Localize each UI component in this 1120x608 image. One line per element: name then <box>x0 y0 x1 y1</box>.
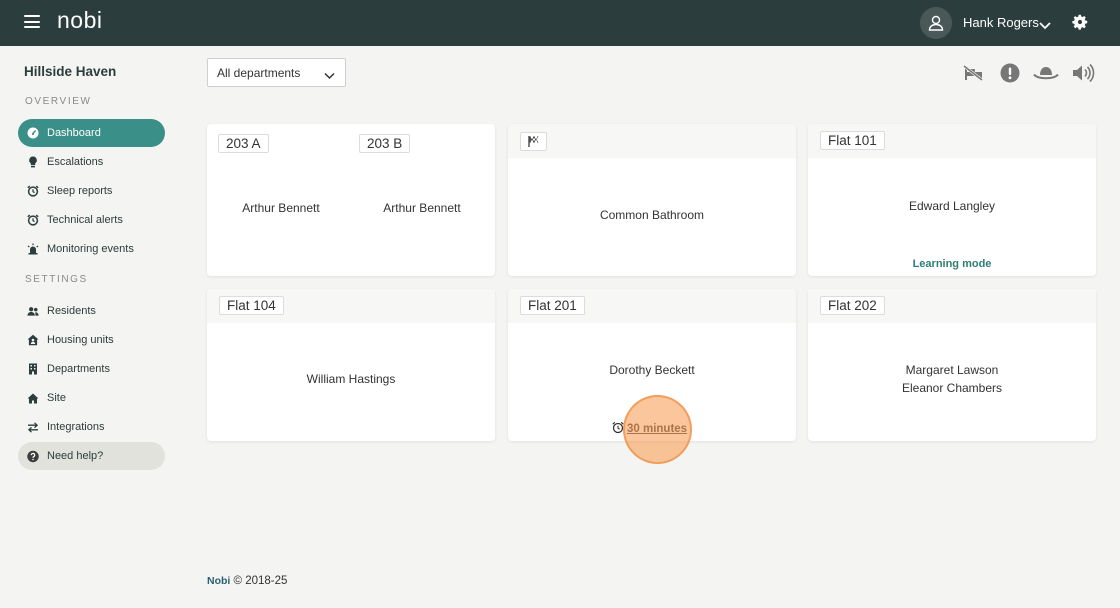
sidebar-item-label: Sleep reports <box>47 185 113 197</box>
sidebar-item-monitoring-events[interactable]: Monitoring events <box>18 235 165 263</box>
timer-link[interactable]: 30 minutes <box>612 421 687 437</box>
sidebar-item-label: Housing units <box>47 334 114 346</box>
user-icon[interactable] <box>920 7 952 39</box>
sidebar-item-dashboard[interactable]: Dashboard <box>18 119 165 147</box>
arrows-icon <box>27 421 39 433</box>
sidebar-item-sleep-reports[interactable]: Sleep reports <box>18 177 165 205</box>
room-card-203[interactable]: 203 A 203 B Arthur Bennett Arthur Bennet… <box>207 124 495 276</box>
room-card-common-bathroom[interactable]: Common Bathroom <box>508 124 796 276</box>
footer-copyright: © 2018-25 <box>233 575 288 587</box>
bed-off-icon[interactable] <box>960 60 986 86</box>
resident-name: Edward Langley <box>908 199 996 213</box>
volume-icon[interactable] <box>1070 60 1096 86</box>
room-card-flat-201[interactable]: Flat 201 Dorothy Beckett 30 minutes <box>508 289 796 441</box>
house-user-icon <box>27 334 39 346</box>
lightbulb-icon <box>27 156 39 168</box>
resident-name: Margaret Lawson <box>905 363 999 377</box>
room-tag-203b: 203 B <box>359 134 411 153</box>
need-help-label: Need help? <box>47 450 104 462</box>
resident-name: Dorothy Beckett <box>609 363 695 377</box>
alarm-clock-icon <box>27 185 39 197</box>
sidebar-item-label: Site <box>47 392 66 404</box>
flag-icon <box>520 132 547 151</box>
sidebar-item-label: Escalations <box>47 156 104 168</box>
room-card-flat-104[interactable]: Flat 104 William Hastings <box>207 289 495 441</box>
room-card-flat-101[interactable]: Flat 101 Edward Langley Learning mode <box>808 124 1096 276</box>
footer: Nobi © 2018-25 <box>207 575 287 587</box>
question-icon <box>27 450 39 462</box>
alert-icon[interactable] <box>997 60 1023 86</box>
learning-mode-status: Learning mode <box>912 258 992 270</box>
top-bar: nobi Hank Rogers <box>0 0 1120 46</box>
room-tag: Flat 104 <box>219 296 284 315</box>
resident-name: Arthur Bennett <box>242 201 320 215</box>
gear-icon[interactable] <box>1071 13 1089 36</box>
sidebar-item-label: Departments <box>47 363 110 375</box>
sidebar-item-departments[interactable]: Departments <box>18 355 165 383</box>
alarm-clock-icon <box>27 214 39 226</box>
footer-brand-link[interactable]: Nobi <box>207 575 230 587</box>
gauge-icon <box>27 127 39 139</box>
sidebar-item-label: Integrations <box>47 421 105 433</box>
resident-name: William Hastings <box>306 372 396 386</box>
room-card-flat-202[interactable]: Flat 202 Margaret Lawson Eleanor Chamber… <box>808 289 1096 441</box>
sidebar-item-label: Dashboard <box>47 127 101 139</box>
alarm-clock-icon <box>612 421 624 437</box>
home-icon <box>27 392 39 404</box>
sidebar: Hillside Haven OVERVIEW Dashboard Escala… <box>0 46 185 608</box>
sidebar-item-label: Residents <box>47 305 96 317</box>
sidebar-item-integrations[interactable]: Integrations <box>18 413 165 441</box>
sidebar-item-label: Monitoring events <box>47 243 134 255</box>
resident-name: Arthur Bennett <box>383 201 461 215</box>
resident-name: Eleanor Chambers <box>901 381 1003 395</box>
sidebar-item-label: Technical alerts <box>47 214 123 226</box>
resident-name: Common Bathroom <box>599 208 705 222</box>
site-name: Hillside Haven <box>24 64 117 79</box>
chevron-down-icon[interactable] <box>1039 17 1051 35</box>
sidebar-item-housing-units[interactable]: Housing units <box>18 326 165 354</box>
room-tag: Flat 202 <box>820 296 885 315</box>
need-help-button[interactable]: Need help? <box>18 442 165 470</box>
siren-icon <box>27 243 39 255</box>
chevron-down-icon <box>324 69 335 83</box>
app-logo[interactable]: nobi <box>57 7 102 34</box>
hamburger-icon[interactable] <box>24 15 40 29</box>
sidebar-item-technical-alerts[interactable]: Technical alerts <box>18 206 165 234</box>
sidebar-item-residents[interactable]: Residents <box>18 297 165 325</box>
card-header <box>508 124 796 158</box>
building-icon <box>27 363 39 375</box>
sidebar-item-escalations[interactable]: Escalations <box>18 148 165 176</box>
department-filter-value: All departments <box>217 66 301 80</box>
timer-label: 30 minutes <box>627 423 688 435</box>
sidebar-item-site[interactable]: Site <box>18 384 165 412</box>
overview-section-label: OVERVIEW <box>25 96 92 107</box>
settings-section-label: SETTINGS <box>25 274 88 285</box>
hat-icon[interactable] <box>1033 60 1059 86</box>
room-tag: Flat 201 <box>520 296 585 315</box>
department-filter-select[interactable]: All departments <box>207 58 346 87</box>
users-icon <box>27 305 39 317</box>
user-menu-name[interactable]: Hank Rogers <box>963 15 1039 30</box>
room-tag: Flat 101 <box>820 131 885 150</box>
room-tag-203a: 203 A <box>218 134 269 153</box>
